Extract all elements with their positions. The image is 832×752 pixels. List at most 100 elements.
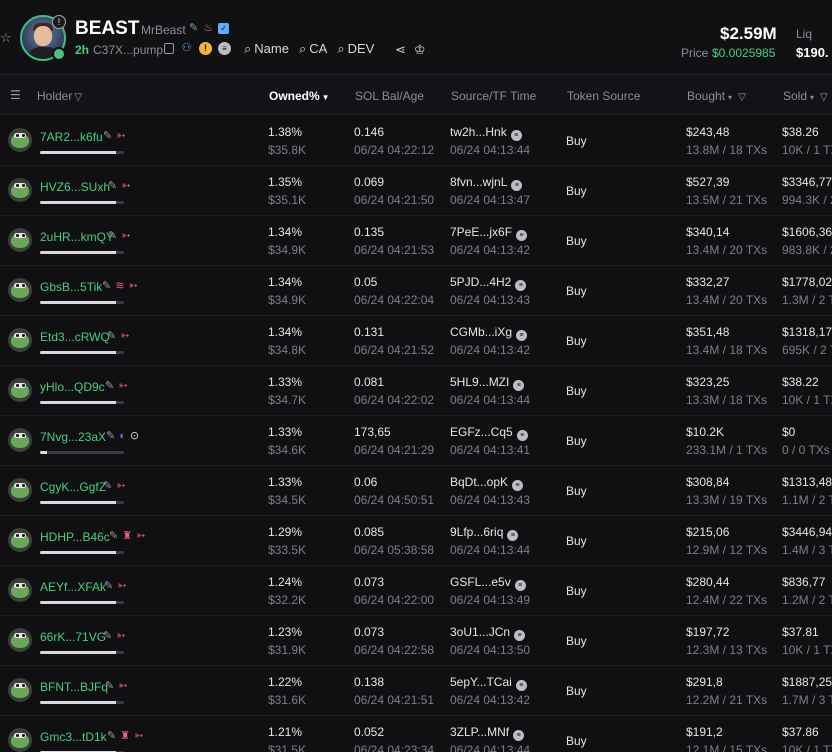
share-icon[interactable]: ⋖ xyxy=(395,42,406,58)
edit-icon[interactable]: ✎ xyxy=(103,129,112,142)
search-name-link[interactable]: ⌕ Name xyxy=(244,41,289,57)
filter-icon[interactable]: ▽ xyxy=(820,92,828,103)
sold-detail: 1.4M / 3 T xyxy=(782,543,832,557)
source-wallet[interactable]: 3oU1...JCn ≡ xyxy=(450,625,526,641)
source-wallet[interactable]: 5epY...TCai ≡ xyxy=(450,675,527,691)
crown-icon[interactable]: ♔ xyxy=(414,42,426,58)
col-holder[interactable]: Holder ▽ xyxy=(37,89,82,103)
sol-balance: 173,65 xyxy=(354,425,391,439)
holding-bar xyxy=(40,251,124,254)
table-row[interactable]: Etd3...cRWQ ✎ ➳ 1.34% $34.8K 0.131 06/24 … xyxy=(0,316,832,366)
col-token-source[interactable]: Token Source xyxy=(567,89,640,103)
info-icon[interactable]: ! xyxy=(52,15,66,29)
bought-usd: $215,06 xyxy=(686,525,730,539)
search-dev-link[interactable]: ⌕ DEV xyxy=(337,41,374,57)
table-row[interactable]: AEYf...XFAk ✎ ➳ 1.24% $32.2K 0.073 06/24 … xyxy=(0,566,832,616)
table-row[interactable]: yHlo...QD9c ✎ ➳ 1.33% $34.7K 0.081 06/24 … xyxy=(0,366,832,416)
owned-percent: 1.33% xyxy=(268,425,303,439)
table-row[interactable]: HVZ6...SUxh ✎ ➳ 1.35% $35.1K 0.069 06/24 … xyxy=(0,166,832,216)
holder-address[interactable]: HVZ6...SUxh xyxy=(40,180,110,194)
contract-address[interactable]: C37X...pump xyxy=(93,43,163,57)
holding-bar xyxy=(40,301,124,304)
source-time: 06/24 04:13:44 xyxy=(450,393,531,407)
holder-avatar xyxy=(8,178,32,202)
edit-icon[interactable]: ✎ xyxy=(189,22,198,34)
token-source: Buy xyxy=(566,484,587,498)
holder-avatar xyxy=(8,278,32,302)
star-icon[interactable]: ☆ xyxy=(0,31,14,45)
source-wallet[interactable]: BqDt...opK ≡ xyxy=(450,475,524,491)
table-row[interactable]: BFNT...BJFq ✎ ➳ 1.22% $31.6K 0.138 06/24 … xyxy=(0,666,832,716)
table-row[interactable]: 2uHR...kmQY ✎ ➳ 1.34% $34.9K 0.135 06/24 … xyxy=(0,216,832,266)
list-icon[interactable]: ≡ xyxy=(218,42,231,55)
holder-address[interactable]: AEYf...XFAk xyxy=(40,580,106,594)
source-wallet[interactable]: 5PJD...4H2 ≡ xyxy=(450,275,527,291)
holder-address[interactable]: Etd3...cRWQ xyxy=(40,330,110,344)
fish-icon: ➳ xyxy=(118,680,128,692)
col-sold[interactable]: Sold ▾ ▽ xyxy=(783,89,828,103)
user-icon[interactable]: ⚇ xyxy=(180,42,193,55)
holder-address[interactable]: BFNT...BJFq xyxy=(40,680,108,694)
search-icon: ⌕ xyxy=(337,41,345,56)
search-ca-link[interactable]: ⌕ CA xyxy=(299,41,327,57)
edit-icon[interactable]: ✎ xyxy=(108,229,117,242)
copy-icon[interactable] xyxy=(164,43,174,54)
filter-icon[interactable]: ▽ xyxy=(738,92,746,103)
source-wallet[interactable]: 3ZLP...MNf ≡ xyxy=(450,725,525,741)
owned-percent: 1.21% xyxy=(268,725,303,739)
holder-address[interactable]: GbsB...5Tik xyxy=(40,280,102,294)
warning-icon[interactable]: ! xyxy=(199,42,212,55)
table-row[interactable]: HDHP...B46c ✎ ♜ ➳ 1.29% $33.5K 0.085 06/24… xyxy=(0,516,832,566)
filter-icon[interactable]: ▽ xyxy=(74,92,82,103)
holder-address[interactable]: HDHP...B46c xyxy=(40,530,110,544)
col-bought[interactable]: Bought ▾ ▽ xyxy=(687,89,746,103)
source-time: 06/24 04:13:44 xyxy=(450,143,531,157)
owned-usd: $33.5K xyxy=(268,543,307,557)
holder-address[interactable]: Gmc3...tD1k xyxy=(40,730,107,744)
edit-icon[interactable]: ✎ xyxy=(109,529,118,542)
holder-avatar xyxy=(8,228,32,252)
sold-detail: 994.3K / 2 xyxy=(782,193,832,207)
holder-address[interactable]: 2uHR...kmQY xyxy=(40,230,114,244)
edit-icon[interactable]: ✎ xyxy=(107,729,116,742)
edit-icon[interactable]: ✎ xyxy=(102,279,111,292)
table-row[interactable]: 66rK...71VG ✎ ➳ 1.23% $31.9K 0.073 06/24 … xyxy=(0,616,832,666)
holder-avatar xyxy=(8,528,32,552)
edit-icon[interactable]: ✎ xyxy=(103,629,112,642)
edit-icon[interactable]: ✎ xyxy=(105,379,114,392)
edit-icon[interactable]: ✎ xyxy=(108,179,117,192)
holding-bar xyxy=(40,401,124,404)
source-wallet[interactable]: tw2h...Hnk ≡ xyxy=(450,125,522,141)
holder-address[interactable]: CgyK...GgfZ xyxy=(40,480,106,494)
sliders-icon[interactable]: ☰ xyxy=(10,88,24,102)
holder-address[interactable]: yHlo...QD9c xyxy=(40,380,105,394)
holder-address[interactable]: 7Nvg...23aX xyxy=(40,430,106,444)
col-owned[interactable]: Owned% ▼ xyxy=(269,89,330,103)
col-sol-bal[interactable]: SOL Bal/Age xyxy=(355,89,424,103)
holder-avatar xyxy=(8,678,32,702)
edit-icon[interactable]: ✎ xyxy=(103,479,112,492)
source-wallet[interactable]: CGMb...iXg ≡ xyxy=(450,325,528,341)
holding-bar xyxy=(40,151,124,154)
table-row[interactable]: Gmc3...tD1k ✎ ♜ ➳ 1.21% $31.5K 0.052 06/24… xyxy=(0,716,832,752)
edit-icon[interactable]: ✎ xyxy=(105,679,114,692)
source-wallet[interactable]: 8fvn...wjnL ≡ xyxy=(450,175,523,191)
table-row[interactable]: 7Nvg...23aX ✎ ◐ ⊙ 1.33% $34.6K 173,65 06/2… xyxy=(0,416,832,466)
source-wallet[interactable]: EGFz...Cq5 ≡ xyxy=(450,425,528,441)
edit-icon[interactable]: ✎ xyxy=(107,329,116,342)
source-wallet[interactable]: 9Lfp...6riq ≡ xyxy=(450,525,519,541)
token-age: 2h xyxy=(75,43,90,57)
source-wallet[interactable]: 7PeE...jx6F ≡ xyxy=(450,225,528,241)
table-row[interactable]: 7AR2...k6fu ✎ ➳ 1.38% $35.8K 0.146 06/24 … xyxy=(0,116,832,166)
source-wallet[interactable]: 5HL9...MZI ≡ xyxy=(450,375,525,391)
holder-address[interactable]: 66rK...71VG xyxy=(40,630,106,644)
edit-icon[interactable]: ✎ xyxy=(104,579,113,592)
holding-bar-fill xyxy=(40,701,116,704)
table-row[interactable]: CgyK...GgfZ ✎ ➳ 1.33% $34.5K 0.06 06/24 0… xyxy=(0,466,832,516)
edit-icon[interactable]: ✎ xyxy=(106,429,115,442)
table-row[interactable]: GbsB...5Tik ✎ ≋ ➳ 1.34% $34.9K 0.05 06/24 … xyxy=(0,266,832,316)
holder-address[interactable]: 7AR2...k6fu xyxy=(40,130,103,144)
source-time: 06/24 04:13:50 xyxy=(450,643,531,657)
col-source[interactable]: Source/TF Time xyxy=(451,89,536,103)
source-wallet[interactable]: GSFL...e5v ≡ xyxy=(450,575,526,591)
